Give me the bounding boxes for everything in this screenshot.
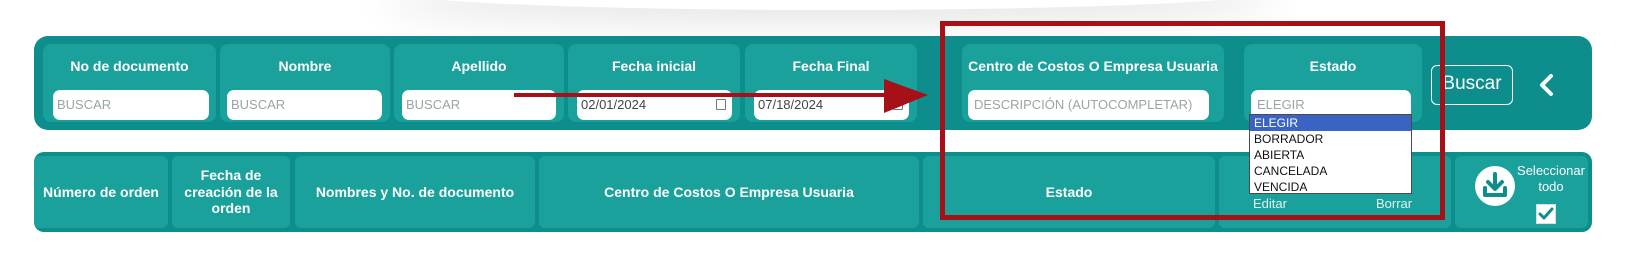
- column-names-document: Nombres y No. de documento: [295, 156, 535, 228]
- document-number-input[interactable]: BUSCAR: [53, 90, 209, 120]
- download-icon[interactable]: [1475, 166, 1515, 206]
- top-shadow: [380, 0, 1280, 10]
- filter-label: Fecha Final: [792, 58, 870, 74]
- chevron-left-icon[interactable]: [1532, 68, 1562, 102]
- column-cost-center: Centro de Costos O Empresa Usuaria: [539, 156, 919, 228]
- filter-document-number: No de documento BUSCAR: [43, 44, 216, 122]
- filter-label: Apellido: [451, 58, 507, 74]
- select-all-label: Seleccionar todo: [1517, 163, 1585, 194]
- filter-label: No de documento: [70, 58, 189, 74]
- first-name-input[interactable]: BUSCAR: [227, 90, 382, 120]
- column-order-number: Número de orden: [34, 156, 168, 228]
- column-creation-date: Fecha de creación de la orden: [172, 156, 290, 228]
- select-all-checkbox[interactable]: [1536, 204, 1556, 224]
- filter-label: Fecha inicial: [611, 58, 697, 74]
- filter-first-name: Nombre BUSCAR: [220, 44, 390, 122]
- checkmark-icon: [1538, 207, 1554, 220]
- filter-label: Nombre: [278, 58, 332, 74]
- highlight-box: [940, 21, 1445, 220]
- annotation-arrow-icon: [514, 79, 928, 113]
